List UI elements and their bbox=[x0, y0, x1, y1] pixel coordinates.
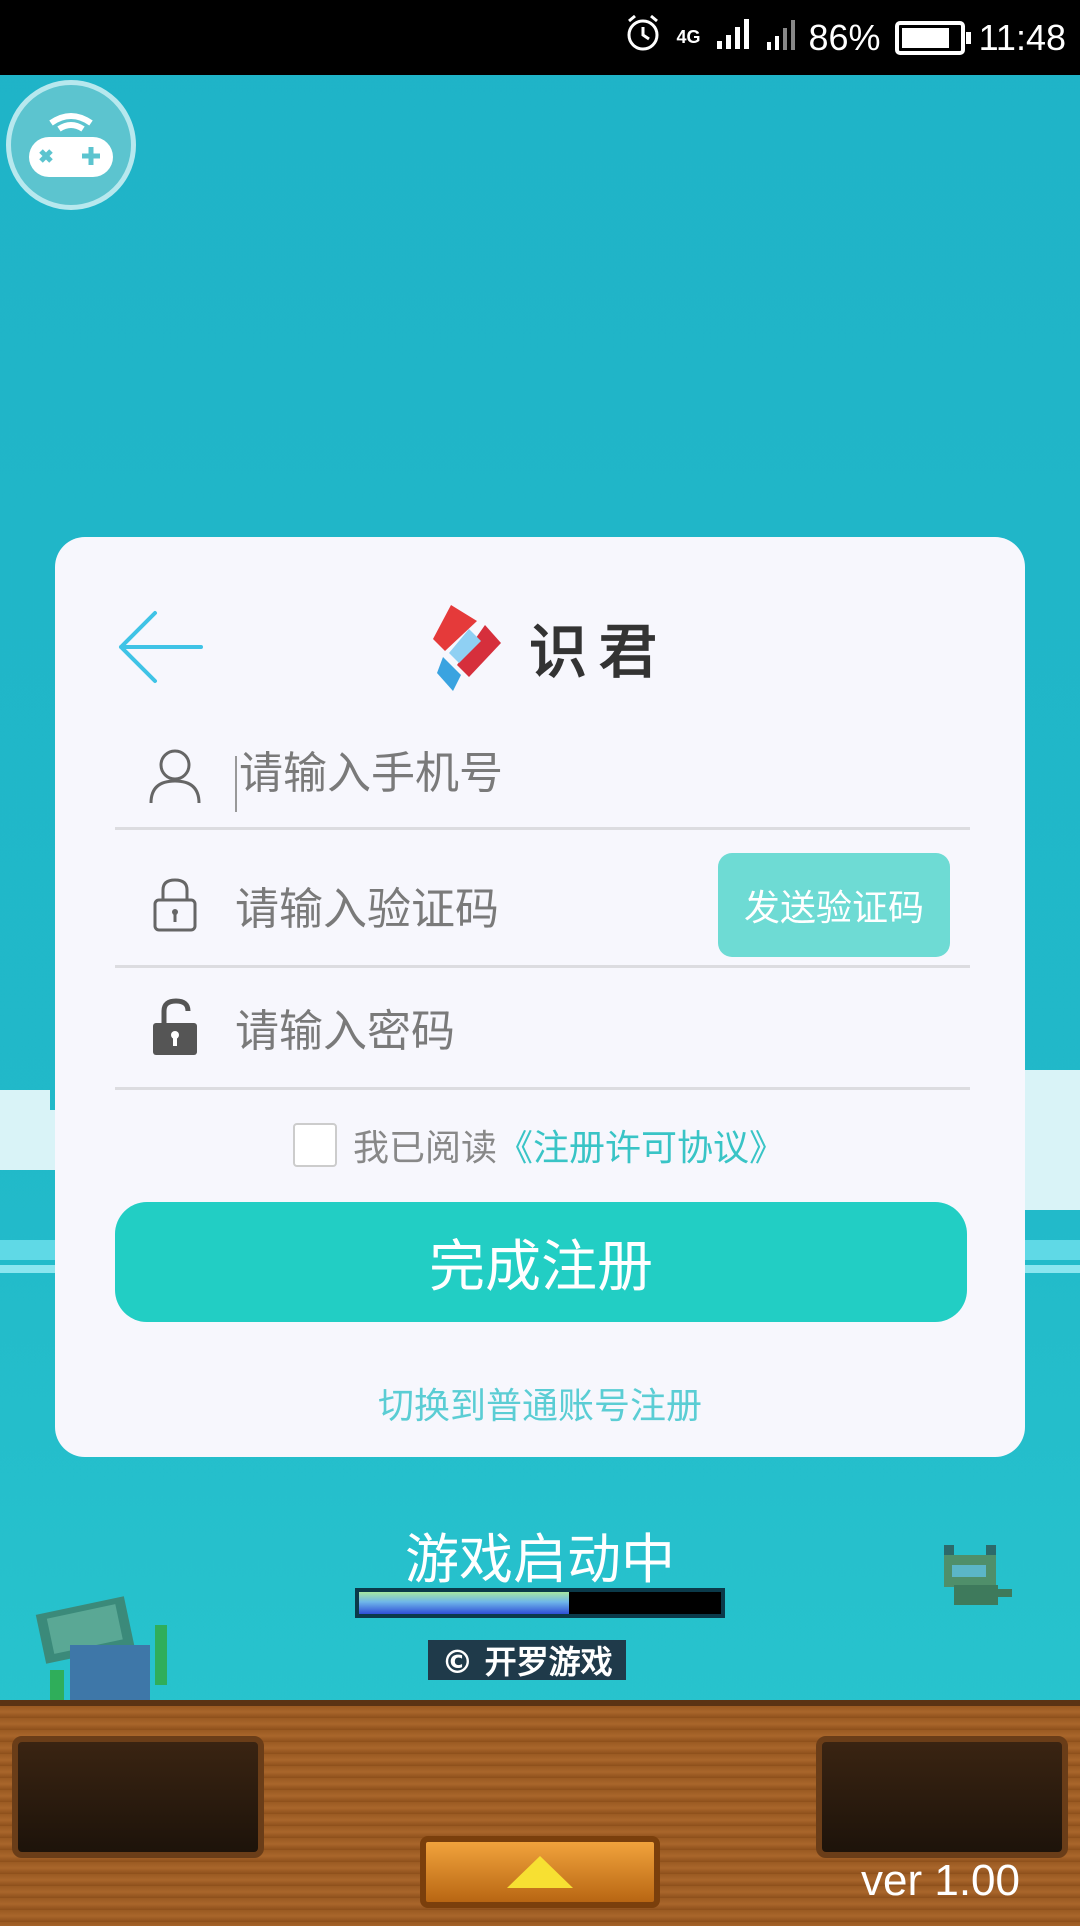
footer-panel: ver 1.00 bbox=[0, 1700, 1080, 1926]
right-slot bbox=[816, 1736, 1068, 1858]
unlock-icon bbox=[115, 997, 235, 1057]
brand-logo-icon bbox=[433, 605, 501, 691]
agree-text: 我已阅读 bbox=[353, 1128, 498, 1169]
agree-checkbox[interactable] bbox=[293, 1123, 337, 1167]
left-slot bbox=[12, 1736, 264, 1858]
alarm-icon bbox=[623, 13, 663, 62]
battery-percent: 86% bbox=[808, 16, 881, 58]
agreement-row: 我已阅读 《注册许可协议》 bbox=[293, 1119, 785, 1171]
copyright-label: © 开罗游戏 bbox=[428, 1640, 626, 1681]
gamepad-icon bbox=[29, 113, 113, 177]
scroll-pixel-art bbox=[35, 1596, 167, 1700]
agreement-link[interactable]: 《注册许可协议》 bbox=[497, 1119, 785, 1171]
register-card: 识君 请输入手机号 请输入验证码 发送验证码 请输入密码 我已阅读 《注册许可协… bbox=[55, 537, 1025, 1457]
phone-placeholder: 请输入手机号 bbox=[239, 748, 503, 800]
back-arrow-icon[interactable] bbox=[115, 607, 205, 687]
signal-icon-2 bbox=[765, 17, 795, 59]
code-row: 请输入验证码 发送验证码 bbox=[115, 845, 970, 968]
clock: 11:48 bbox=[978, 16, 1066, 58]
phone-row: 请输入手机号 bbox=[115, 722, 970, 830]
loading-progress-fill bbox=[359, 1592, 569, 1614]
triangle-up-icon bbox=[507, 1856, 573, 1888]
gamepad-button[interactable] bbox=[6, 80, 136, 210]
phone-input[interactable]: 请输入手机号 bbox=[235, 737, 970, 812]
version-label: ver 1.00 bbox=[861, 1856, 1020, 1905]
password-placeholder: 请输入密码 bbox=[235, 1006, 455, 1057]
brand-name: 识君 bbox=[529, 618, 670, 686]
complete-registration-button[interactable]: 完成注册 bbox=[115, 1202, 967, 1322]
signal-icon bbox=[715, 15, 751, 60]
send-code-button[interactable]: 发送验证码 bbox=[718, 853, 950, 957]
switch-account-link[interactable]: 切换到普通账号注册 bbox=[55, 1377, 1025, 1429]
loading-text: 游戏启动中 bbox=[405, 1528, 675, 1591]
network-type-label: 4G bbox=[676, 27, 701, 47]
battery-icon bbox=[894, 20, 971, 55]
status-bar: 4G 86% 11:48 bbox=[0, 0, 1080, 75]
user-icon bbox=[115, 745, 235, 805]
brand-logo: 识君 bbox=[415, 597, 669, 697]
loading-progress-bar bbox=[355, 1588, 725, 1618]
code-placeholder: 请输入验证码 bbox=[235, 884, 499, 935]
lock-icon bbox=[115, 876, 235, 934]
password-row: 请输入密码 bbox=[115, 967, 970, 1090]
password-input[interactable]: 请输入密码 bbox=[235, 995, 970, 1059]
expand-button[interactable] bbox=[420, 1836, 660, 1908]
